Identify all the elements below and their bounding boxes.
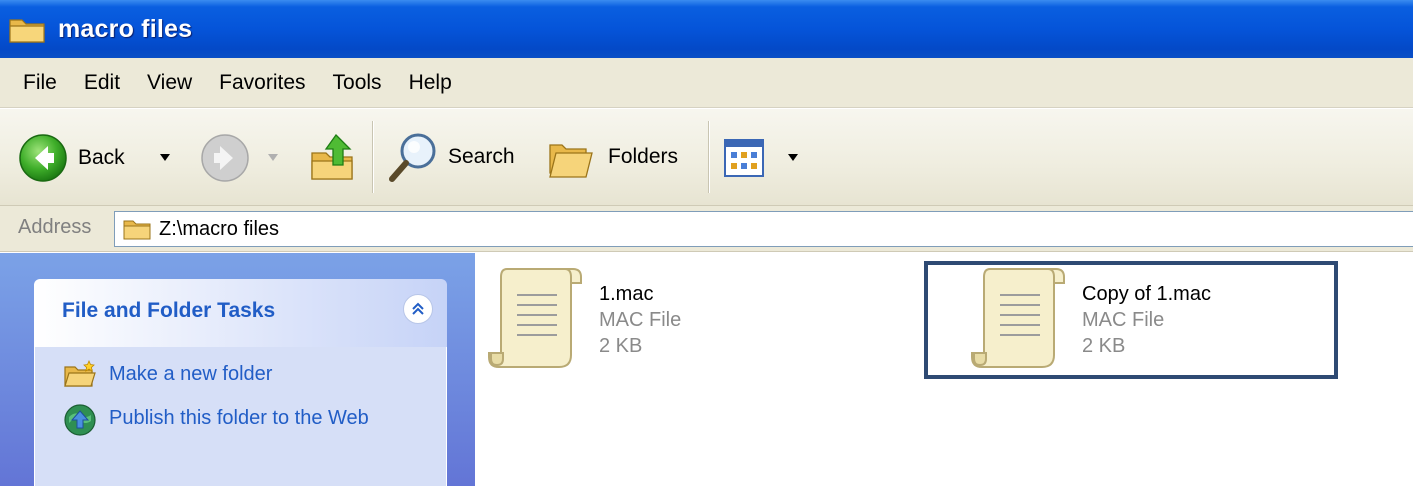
file-name: 1.mac [599,283,654,305]
back-button[interactable]: Back [18,133,125,183]
script-file-icon [488,268,582,368]
file-details: Copy of 1.mac MAC File 2 KB [1082,281,1211,359]
folder-icon [123,220,151,240]
collapse-button[interactable] [403,294,433,324]
file-list: 1.mac MAC File 2 KB Copy of 1.mac MAC Fi… [475,253,1413,486]
folders-button[interactable]: Folders [546,131,678,183]
up-folder-icon[interactable] [306,131,360,185]
toolbar: Back Search Folders [0,109,1413,206]
file-details: 1.mac MAC File 2 KB [599,281,681,359]
task-make-new-folder[interactable]: Make a new folder [63,359,369,389]
file-item[interactable]: Copy of 1.mac MAC File 2 KB [970,263,1211,373]
search-label: Search [448,145,515,168]
search-icon [389,133,436,182]
menu-favorites[interactable]: Favorites [208,67,316,99]
views-icon [724,139,764,177]
title-bar: macro files [0,0,1413,58]
views-dropdown-chevron-down-icon[interactable] [788,154,798,162]
menu-edit[interactable]: Edit [73,67,131,99]
menu-help[interactable]: Help [398,67,463,99]
task-publish-folder[interactable]: Publish this folder to the Web [63,403,369,437]
file-name: Copy of 1.mac [1082,283,1211,305]
tasks-panel-body: Make a new folder Publish this folder to… [34,347,447,486]
back-label: Back [78,146,125,169]
address-path: Z:\macro files [159,217,280,240]
toolbar-separator [708,121,710,193]
search-button[interactable]: Search [386,129,515,185]
chevron-up-double-icon [412,302,424,315]
file-type: MAC File [599,309,682,331]
tasks-pane: File and Folder Tasks Make a new folder … [0,253,475,486]
file-item[interactable]: 1.mac MAC File 2 KB [487,263,681,373]
file-type: MAC File [1082,309,1165,331]
window-title: macro files [58,14,193,43]
publish-web-icon [64,404,96,436]
tasks-panel-title: File and Folder Tasks [62,299,276,322]
menu-view[interactable]: View [136,67,203,99]
task-label: Publish this folder to the Web [109,407,369,429]
menu-bar: File Edit View Favorites Tools Help [0,58,1413,108]
file-size: 2 KB [1082,335,1126,357]
tasks-panel-header[interactable]: File and Folder Tasks [34,279,447,347]
menu-tools[interactable]: Tools [322,67,393,99]
script-file-icon [971,268,1065,368]
address-bar: Address Z:\macro files [0,206,1413,252]
folders-icon [549,144,593,178]
forward-dropdown-chevron-down-icon[interactable] [268,154,278,162]
address-label: Address [18,216,92,238]
task-label: Make a new folder [109,363,273,385]
file-size: 2 KB [599,335,643,357]
toolbar-separator [372,121,374,193]
back-dropdown-chevron-down-icon[interactable] [160,154,170,162]
back-arrow-icon [19,134,67,182]
address-input[interactable]: Z:\macro files [114,211,1413,247]
views-button[interactable] [724,139,764,177]
folder-icon [9,19,45,43]
new-folder-icon [64,359,96,387]
folders-label: Folders [608,145,679,168]
menu-file[interactable]: File [12,67,68,99]
forward-arrow-icon[interactable] [200,133,250,183]
